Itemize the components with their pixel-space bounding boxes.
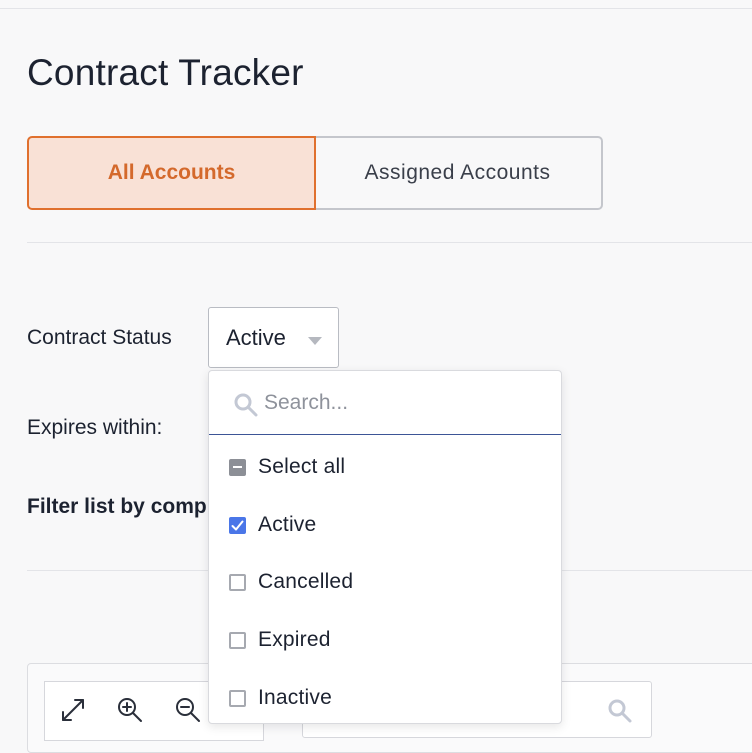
select-all-checkbox[interactable] [229, 458, 246, 476]
option-label: Active [258, 513, 317, 536]
option-cancelled[interactable]: Cancelled [229, 564, 353, 600]
contract-status-label: Contract Status [27, 326, 172, 349]
dropdown-search-input[interactable] [264, 388, 544, 418]
dropdown-search [209, 371, 561, 435]
tab-assigned-accounts[interactable]: Assigned Accounts [314, 136, 603, 210]
option-active[interactable]: Active [229, 507, 316, 543]
option-select-all[interactable]: Select all [229, 449, 345, 485]
page-title: Contract Tracker [27, 52, 304, 93]
account-tabs: All Accounts Assigned Accounts [27, 136, 603, 210]
section-divider [27, 242, 752, 243]
expired-checkbox[interactable] [229, 631, 246, 649]
option-inactive[interactable]: Inactive [229, 680, 332, 716]
option-label: Select all [258, 455, 346, 478]
search-icon[interactable] [607, 698, 633, 729]
contract-status-dropdown: Select all Active Cancelled Expired Inac… [208, 370, 562, 724]
contract-status-select[interactable]: Active [208, 307, 339, 368]
caret-down-icon [308, 337, 322, 345]
search-icon [233, 392, 259, 423]
expires-within-label: Expires within: [27, 416, 163, 439]
tab-all-accounts[interactable]: All Accounts [27, 136, 316, 210]
checkmark-icon [231, 520, 244, 530]
expand-icon[interactable] [56, 693, 90, 727]
option-label: Inactive [258, 686, 332, 709]
active-checkbox[interactable] [229, 516, 246, 534]
option-label: Cancelled [258, 570, 354, 593]
top-divider [0, 8, 752, 9]
contract-status-value: Active [226, 324, 286, 350]
zoom-in-icon[interactable] [113, 693, 147, 727]
option-expired[interactable]: Expired [229, 622, 331, 658]
cancelled-checkbox[interactable] [229, 573, 246, 591]
option-label: Expired [258, 628, 331, 651]
zoom-out-icon[interactable] [171, 693, 205, 727]
inactive-checkbox[interactable] [229, 689, 246, 707]
filter-company-label: Filter list by comp [27, 495, 207, 518]
